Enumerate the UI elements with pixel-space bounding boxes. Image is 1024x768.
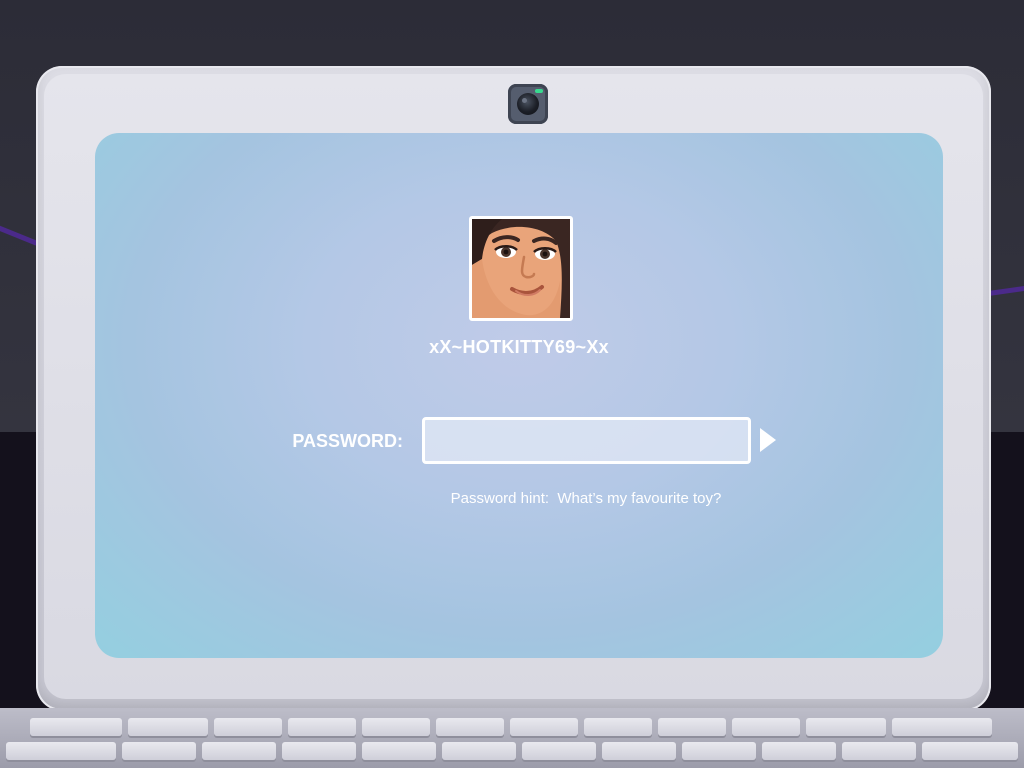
avatar-face-icon — [472, 219, 570, 318]
key — [122, 742, 196, 760]
key — [658, 718, 726, 736]
password-input[interactable] — [422, 417, 751, 464]
webcam-lens — [517, 93, 539, 115]
profile-avatar — [469, 216, 573, 321]
key — [762, 742, 836, 760]
laptop-bezel: xX~HOTKITTY69~Xx PASSWORD: Password hint… — [44, 74, 983, 699]
key — [214, 718, 282, 736]
key — [892, 718, 992, 736]
key — [682, 742, 756, 760]
key — [362, 742, 436, 760]
key — [584, 718, 652, 736]
key — [732, 718, 800, 736]
keyboard-row-1 — [0, 718, 1024, 738]
key — [282, 742, 356, 760]
login-screen: xX~HOTKITTY69~Xx PASSWORD: Password hint… — [95, 133, 943, 658]
key — [522, 742, 596, 760]
key — [362, 718, 430, 736]
password-label: PASSWORD: — [292, 431, 403, 451]
key — [602, 742, 676, 760]
laptop-lid: xX~HOTKITTY69~Xx PASSWORD: Password hint… — [36, 66, 991, 711]
webcam-icon — [508, 84, 548, 124]
key — [436, 718, 504, 736]
key — [922, 742, 1018, 760]
key — [842, 742, 916, 760]
key — [128, 718, 208, 736]
key — [202, 742, 276, 760]
key — [442, 742, 516, 760]
username-label: xX~HOTKITTY69~Xx — [429, 337, 609, 357]
play-arrow-icon[interactable] — [759, 427, 777, 453]
keyboard — [0, 716, 1024, 768]
game-scene: xX~HOTKITTY69~Xx PASSWORD: Password hint… — [0, 0, 1024, 768]
key — [6, 742, 116, 760]
key — [30, 718, 122, 736]
keyboard-row-2 — [0, 742, 1024, 762]
key — [510, 718, 578, 736]
webcam-led — [535, 89, 543, 93]
key — [288, 718, 356, 736]
password-hint: Password hint: What’s my favourite toy? — [450, 490, 722, 507]
key — [806, 718, 886, 736]
